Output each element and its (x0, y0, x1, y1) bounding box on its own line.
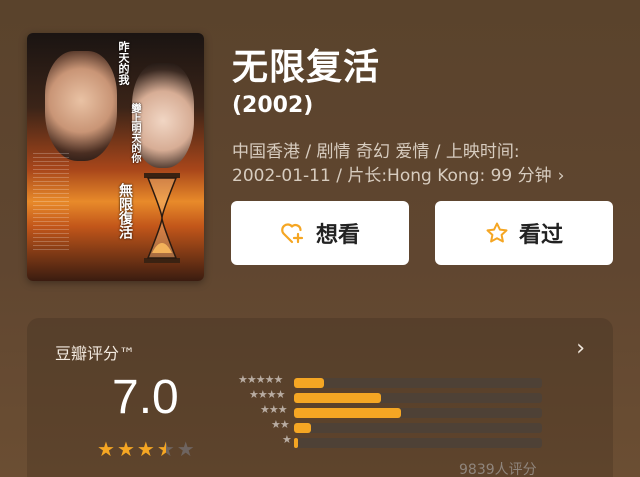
star-icon: ★ (116, 437, 135, 461)
meta-line-2-text: 2002-01-11 / 片长:Hong Kong: 99 分钟 (232, 166, 552, 186)
meta-line-1: 中国香港 / 剧情 奇幻 爱情 / 上映时间: (232, 142, 520, 162)
distribution-star-label: ★★ (271, 418, 290, 431)
distribution-star-label: ★ (282, 433, 292, 446)
meta-line-2: 2002-01-11 / 片长:Hong Kong: 99 分钟 › (232, 164, 612, 188)
rating-count: 9839人评分 (459, 462, 537, 477)
distribution-track (294, 393, 542, 403)
star-icon: ★ (97, 437, 115, 461)
heart-plus-icon (281, 223, 304, 244)
distribution-track (294, 378, 542, 388)
distribution-star-label: ★★★★★ (238, 373, 283, 386)
distribution-bar (294, 393, 381, 403)
watched-label: 看过 (518, 223, 563, 248)
distribution-star-label: ★★★ (260, 403, 288, 416)
want-to-watch-label: 想看 (315, 223, 360, 248)
movie-title: 无限复活 (232, 47, 381, 88)
distribution-row-2: ★★ (223, 418, 553, 434)
movie-poster[interactable]: 昨天的我 變上明天的你 無限復活 (27, 33, 204, 281)
distribution-row-1: ★ (223, 433, 553, 449)
distribution-star-label: ★★★★ (249, 388, 285, 401)
rating-label: 豆瓣评分™ (55, 344, 136, 363)
distribution-track (294, 438, 542, 448)
watched-button[interactable]: 看过 (435, 201, 613, 265)
poster-tagline-2: 變上明天的你 (129, 103, 140, 163)
rating-score: 7.0 (112, 371, 179, 424)
distribution-bar (294, 378, 324, 388)
want-to-watch-button[interactable]: 想看 (231, 201, 409, 265)
poster-tagline-1: 昨天的我 (117, 41, 130, 85)
poster-title: 無限復活 (117, 183, 133, 239)
distribution-track (294, 408, 542, 418)
distribution-bar (294, 438, 298, 448)
chevron-right-icon[interactable]: › (576, 336, 585, 361)
rating-stars: ★ ★ ★ ★ ★ (97, 439, 195, 459)
movie-meta[interactable]: 中国香港 / 剧情 奇幻 爱情 / 上映时间: 2002-01-11 / 片长:… (232, 140, 612, 188)
distribution-track (294, 423, 542, 433)
poster-actor-face (45, 51, 117, 161)
chevron-right-icon: › (557, 166, 565, 186)
star-icon: ★ (136, 437, 155, 461)
star-icon: ★ (176, 437, 195, 461)
distribution-bar (294, 408, 401, 418)
star-icon: ★ (156, 437, 175, 461)
star-outline-icon (486, 222, 508, 243)
distribution-bar (294, 423, 312, 433)
hourglass-image (144, 173, 180, 263)
movie-year: (2002) (232, 93, 314, 118)
rating-card[interactable]: 豆瓣评分™ › 7.0 ★ ★ ★ ★ ★ ★★★★★ ★★★★ ★★★ ★★ ★ 9839人评… (27, 318, 613, 477)
poster-credits (33, 153, 69, 253)
